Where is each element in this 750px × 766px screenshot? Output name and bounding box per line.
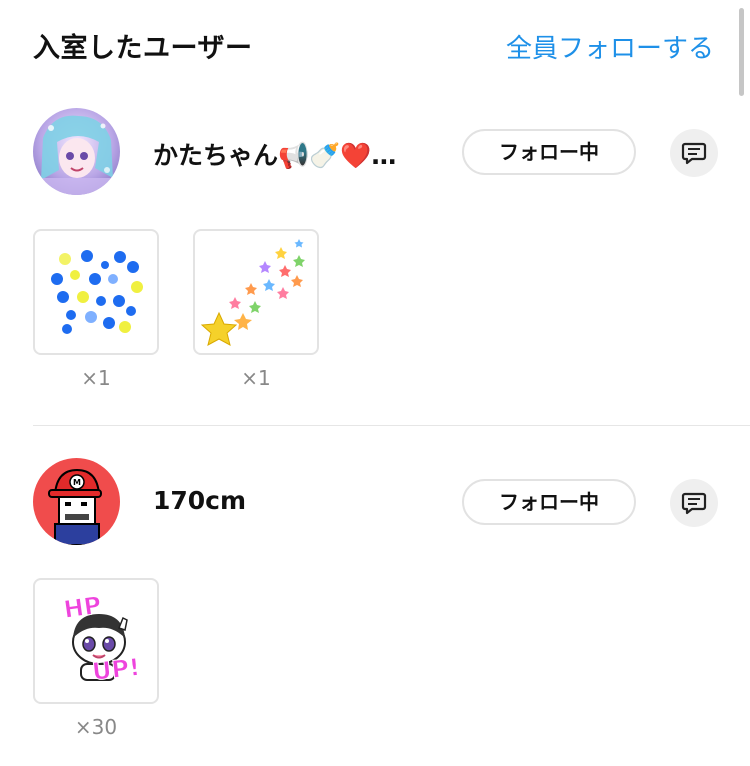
following-button[interactable]: フォロー中 [462, 479, 636, 525]
user-row: かたちゃん📢🍼❤️… フォロー中 [0, 108, 750, 198]
username[interactable]: かたちゃん📢🍼❤️… [153, 136, 396, 172]
follow-all-button[interactable]: 全員フォローする [506, 28, 714, 65]
divider [33, 425, 750, 426]
gift-count: ×1 [81, 366, 111, 390]
page-title: 入室したユーザー [33, 33, 253, 64]
gift-count: ×30 [74, 715, 118, 739]
message-button[interactable] [670, 479, 718, 527]
username[interactable]: 170cm [153, 486, 246, 515]
gift-item[interactable] [33, 229, 159, 355]
svg-text:M: M [73, 478, 81, 487]
svg-text:HP: HP [62, 591, 103, 624]
avatar[interactable] [33, 108, 120, 195]
shooting-star-icon [200, 239, 305, 346]
gift-count: ×1 [241, 366, 271, 390]
avatar[interactable]: M [33, 458, 120, 545]
svg-text:UP!: UP! [91, 653, 142, 686]
sparkle-dots-icon [51, 250, 143, 334]
chat-icon [681, 492, 707, 515]
gift-item[interactable] [193, 229, 319, 355]
following-button[interactable]: フォロー中 [462, 129, 636, 175]
user-row: M 170cm フォロー中 [0, 458, 750, 548]
gift-item[interactable]: HP UP! [33, 578, 159, 704]
header: 入室したユーザー 全員フォローする [0, 0, 750, 96]
hp-up-sticker-icon: HP UP! [61, 590, 142, 686]
message-button[interactable] [670, 129, 718, 177]
chat-icon [681, 142, 707, 165]
scrollbar[interactable] [739, 8, 744, 96]
